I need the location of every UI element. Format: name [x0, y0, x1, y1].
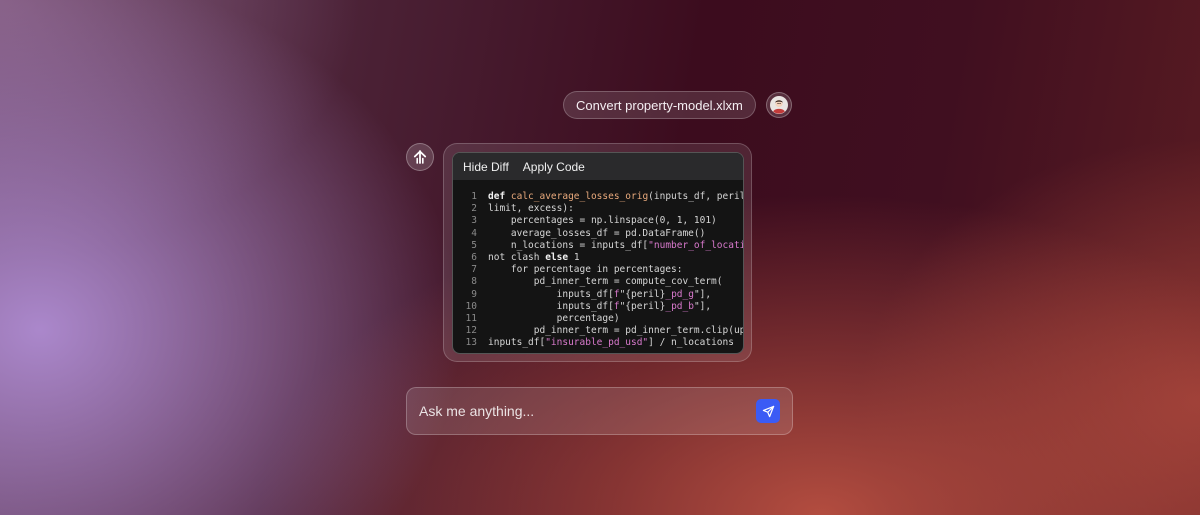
code-line: 13 inputs_df["insurable_pd_usd"] / n_loca…: [453, 337, 743, 349]
send-button[interactable]: [756, 399, 780, 423]
code-diff-panel: Hide Diff Apply Code 1 def calc_average_l…: [452, 152, 744, 354]
apply-code-button[interactable]: Apply Code: [523, 160, 585, 174]
line-number: 8: [471, 276, 477, 288]
code-line: 2 limit, excess):: [453, 203, 743, 215]
line-number: 13: [465, 337, 477, 349]
code-line: 11 percentage): [453, 313, 743, 325]
line-number: 4: [471, 227, 477, 239]
chat-input[interactable]: [407, 387, 756, 435]
code-token: "number_of_locatio: [648, 239, 744, 251]
code-token: else: [545, 252, 569, 264]
code-text: not clash else 1: [488, 252, 580, 264]
code-token: "insurable_pd_usd": [545, 337, 649, 349]
avatar-icon: [769, 96, 788, 114]
code-text: pd_inner_term = pd_inner_term.clip(upp: [488, 325, 744, 337]
code-text: inputs_df["insurable_pd_usd"] / n_locati…: [488, 337, 734, 349]
line-number: 12: [465, 325, 477, 337]
code-token: calc_average_losses_orig: [510, 191, 649, 202]
line-number: 3: [471, 215, 477, 227]
code-token: limit, excess):: [488, 203, 574, 215]
code-line: 6 not clash else 1: [453, 252, 743, 264]
code-text: inputs_df[f"{peril}_pd_b"],: [488, 300, 712, 313]
code-token: pd_inner_term = pd_inner_term.clip(upp: [488, 325, 744, 337]
code-token: average_losses_df = pd.DataFrame(): [488, 227, 706, 239]
user-message-bubble: Convert property-model.xlxm: [563, 91, 756, 119]
code-line: 3 percentages = np.linspace(0, 1, 101): [453, 215, 743, 227]
code-block[interactable]: 1 def calc_average_losses_orig(inputs_df,…: [453, 180, 743, 350]
code-token: "],: [693, 300, 712, 312]
code-line: 10 inputs_df[f"{peril}_pd_b"],: [453, 301, 743, 313]
line-number: 1: [471, 191, 477, 202]
assistant-logo-icon: [413, 150, 427, 164]
code-line: 8 pd_inner_term = compute_cov_term(: [453, 276, 743, 288]
code-text: limit, excess):: [488, 203, 574, 215]
code-token: percentages = np.linspace(0, 1, 101): [488, 215, 717, 227]
line-number: 6: [471, 252, 477, 264]
code-token: 1: [568, 252, 580, 264]
chat-input-box: [406, 387, 793, 435]
code-token: n_locations = inputs_df[: [488, 239, 649, 251]
paper-plane-icon: [762, 405, 774, 417]
code-token: inputs_df[: [488, 300, 614, 312]
code-line: 1 def calc_average_losses_orig(inputs_df,…: [453, 191, 743, 203]
code-text: percentage): [488, 313, 620, 325]
code-text: def calc_average_losses_orig(inputs_df, …: [488, 191, 744, 203]
code-toolbar: Hide Diff Apply Code: [453, 153, 743, 180]
code-token: inputs_df[: [488, 288, 614, 300]
code-line: 12 pd_inner_term = pd_inner_term.clip(up…: [453, 325, 743, 337]
code-token: _pd_b: [665, 300, 694, 312]
code-token: not clash: [488, 252, 546, 264]
hide-diff-button[interactable]: Hide Diff: [463, 160, 509, 174]
code-text: n_locations = inputs_df["number_of_locat…: [488, 239, 744, 252]
line-number: 9: [471, 288, 477, 300]
code-token: def: [488, 191, 511, 202]
line-number: 10: [465, 300, 477, 312]
code-token: "{peril}: [619, 288, 666, 300]
user-avatar[interactable]: [765, 92, 792, 118]
code-token: "],: [693, 288, 712, 300]
assistant-response-card: Hide Diff Apply Code 1 def calc_average_l…: [443, 143, 752, 362]
code-token: pd_inner_term = compute_cov_term(: [488, 276, 723, 288]
line-number: 5: [471, 239, 477, 251]
user-message-row: Convert property-model.xlxm: [563, 91, 792, 119]
code-text: average_losses_df = pd.DataFrame(): [488, 228, 705, 240]
code-text: inputs_df[f"{peril}_pd_g"],: [488, 288, 712, 301]
code-token: percentage): [488, 313, 620, 325]
line-number: 7: [471, 264, 477, 276]
code-text: percentages = np.linspace(0, 1, 101): [488, 215, 717, 227]
line-number: 2: [471, 203, 477, 215]
assistant-avatar: [406, 143, 434, 171]
code-line: 5 n_locations = inputs_df["number_of_loc…: [453, 240, 743, 252]
code-token: (inputs_df, peril,: [648, 191, 744, 202]
code-token: for percentage in percentages:: [488, 264, 683, 276]
code-token: "{peril}: [619, 300, 666, 312]
code-line: 4 average_losses_df = pd.DataFrame(): [453, 228, 743, 240]
code-line: 7 for percentage in percentages:: [453, 264, 743, 276]
line-number: 11: [465, 313, 477, 325]
code-token: ] / n_locations: [648, 337, 734, 349]
code-line: 9 inputs_df[f"{peril}_pd_g"],: [453, 289, 743, 301]
user-message-text: Convert property-model.xlxm: [576, 97, 743, 113]
code-token: _pd_g: [665, 288, 694, 300]
code-token: inputs_df[: [488, 337, 546, 349]
code-text: for percentage in percentages:: [488, 264, 683, 276]
code-text: pd_inner_term = compute_cov_term(: [488, 276, 723, 288]
